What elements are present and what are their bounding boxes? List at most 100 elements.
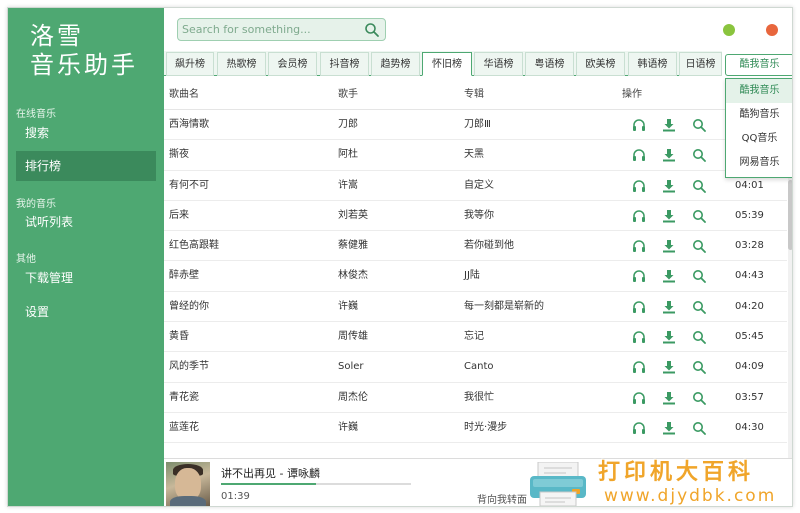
song-name[interactable]: 后来: [169, 201, 189, 231]
song-name[interactable]: 风的季节: [169, 352, 209, 382]
tab-nostalgia[interactable]: 怀旧榜: [422, 52, 472, 76]
download-icon[interactable]: [662, 330, 676, 344]
song-album[interactable]: 若你碰到他: [464, 231, 514, 261]
search-song-icon[interactable]: [692, 421, 706, 435]
song-album[interactable]: 天黑: [464, 140, 484, 170]
download-icon[interactable]: [662, 391, 676, 405]
search-input[interactable]: [182, 21, 362, 38]
table-row[interactable]: 西海情歌 刀郎 刀郎Ⅲ: [164, 110, 787, 141]
table-row[interactable]: 撕夜 阿杜 天黑: [164, 140, 787, 171]
song-name[interactable]: 蓝莲花: [169, 413, 199, 443]
listen-icon[interactable]: [632, 300, 646, 314]
search-song-icon[interactable]: [692, 360, 706, 375]
song-album[interactable]: 忘记: [464, 322, 484, 352]
song-album[interactable]: 我很忙: [464, 383, 494, 413]
table-row[interactable]: 红色高跟鞋 蔡健雅 若你碰到他 03:28: [164, 231, 787, 262]
song-album[interactable]: Canto: [464, 352, 494, 382]
song-album[interactable]: 每一刻都是崭新的: [464, 292, 544, 322]
search-icon[interactable]: [364, 22, 380, 38]
song-artist[interactable]: 林俊杰: [338, 261, 368, 291]
sidebar-item-search[interactable]: 搜索: [16, 118, 156, 148]
search-song-icon[interactable]: [692, 391, 706, 405]
sidebar-item-downloads[interactable]: 下载管理: [16, 263, 156, 293]
song-artist[interactable]: Soler: [338, 352, 364, 382]
song-name[interactable]: 黄昏: [169, 322, 189, 352]
song-album[interactable]: 自定义: [464, 171, 494, 201]
source-option-qq[interactable]: QQ音乐: [726, 127, 792, 151]
listen-icon[interactable]: [632, 209, 646, 223]
song-artist[interactable]: 许巍: [338, 292, 358, 322]
tab-hot[interactable]: 热歌榜: [217, 52, 266, 76]
sidebar-item-playlist[interactable]: 试听列表: [16, 207, 156, 237]
table-row[interactable]: 曾经的你 许巍 每一刻都是崭新的 04:20: [164, 292, 787, 323]
song-artist[interactable]: 刘若英: [338, 201, 368, 231]
scrollbar-thumb[interactable]: [788, 180, 792, 250]
song-name[interactable]: 醉赤壁: [169, 261, 199, 291]
song-name[interactable]: 曾经的你: [169, 292, 209, 322]
tab-soaring[interactable]: 飙升榜: [166, 52, 214, 76]
listen-icon[interactable]: [632, 421, 646, 435]
search-song-icon[interactable]: [692, 300, 706, 314]
download-icon[interactable]: [662, 118, 676, 132]
song-album[interactable]: 我等你: [464, 201, 494, 231]
listen-icon[interactable]: [632, 239, 646, 253]
listen-icon[interactable]: [632, 269, 646, 283]
search-song-icon[interactable]: [692, 239, 706, 254]
tab-trend[interactable]: 趋势榜: [371, 52, 420, 76]
progress-bar[interactable]: [221, 483, 411, 485]
table-row[interactable]: 醉赤壁 林俊杰 JJ陆 04:43: [164, 261, 787, 292]
download-icon[interactable]: [662, 360, 676, 374]
tab-cantonese[interactable]: 粤语榜: [525, 52, 574, 76]
song-artist[interactable]: 刀郎: [338, 110, 358, 140]
minimize-button[interactable]: [723, 24, 735, 36]
song-artist[interactable]: 周杰伦: [338, 383, 368, 413]
listen-icon[interactable]: [632, 118, 646, 132]
download-icon[interactable]: [662, 239, 676, 253]
table-row[interactable]: 后来 刘若英 我等你 05:39: [164, 201, 787, 232]
download-icon[interactable]: [662, 148, 676, 162]
search-song-icon[interactable]: [692, 269, 706, 284]
table-row[interactable]: 黄昏 周传雄 忘记 05:45: [164, 322, 787, 353]
album-cover[interactable]: [166, 462, 210, 506]
listen-icon[interactable]: [632, 330, 646, 344]
table-row[interactable]: 青花瓷 周杰伦 我很忙 03:57: [164, 383, 787, 413]
sidebar-item-settings[interactable]: 设置: [16, 297, 156, 327]
song-album[interactable]: 时光·漫步: [464, 413, 507, 443]
song-name[interactable]: 青花瓷: [169, 383, 199, 413]
song-name[interactable]: 西海情歌: [169, 110, 209, 140]
table-row[interactable]: 风的季节 Soler Canto 04:09: [164, 352, 787, 383]
source-option-netease[interactable]: 网易音乐: [726, 151, 792, 175]
source-select[interactable]: 酷我音乐: [725, 54, 792, 76]
song-album[interactable]: 刀郎Ⅲ: [464, 110, 491, 140]
table-row[interactable]: 有何不可 许嵩 自定义 04:01: [164, 171, 787, 201]
song-artist[interactable]: 周传雄: [338, 322, 368, 352]
song-artist[interactable]: 阿杜: [338, 140, 358, 170]
song-artist[interactable]: 许巍: [338, 413, 358, 443]
search-song-icon[interactable]: [692, 179, 706, 193]
tab-japanese[interactable]: 日语榜: [679, 52, 722, 76]
download-icon[interactable]: [662, 300, 676, 314]
song-artist[interactable]: 许嵩: [338, 171, 358, 201]
search-song-icon[interactable]: [692, 330, 706, 344]
tab-douyin[interactable]: 抖音榜: [320, 52, 369, 76]
tab-chinese[interactable]: 华语榜: [474, 52, 523, 76]
download-icon[interactable]: [662, 269, 676, 283]
song-name[interactable]: 撕夜: [169, 140, 189, 170]
sidebar-item-charts[interactable]: 排行榜: [16, 151, 156, 181]
song-artist[interactable]: 蔡健雅: [338, 231, 368, 261]
source-option-kuwo[interactable]: 酷我音乐: [726, 79, 792, 103]
song-name[interactable]: 红色高跟鞋: [169, 231, 219, 261]
search-song-icon[interactable]: [692, 148, 706, 163]
listen-icon[interactable]: [632, 391, 646, 405]
source-option-kugou[interactable]: 酷狗音乐: [726, 103, 792, 127]
download-icon[interactable]: [662, 209, 676, 223]
download-icon[interactable]: [662, 179, 676, 193]
tab-western[interactable]: 欧美榜: [576, 52, 625, 76]
listen-icon[interactable]: [632, 179, 646, 193]
song-album[interactable]: JJ陆: [464, 261, 480, 291]
download-icon[interactable]: [662, 421, 676, 435]
search-song-icon[interactable]: [692, 118, 706, 132]
listen-icon[interactable]: [632, 360, 646, 374]
listen-icon[interactable]: [632, 148, 646, 162]
tab-korean[interactable]: 韩语榜: [628, 52, 677, 76]
